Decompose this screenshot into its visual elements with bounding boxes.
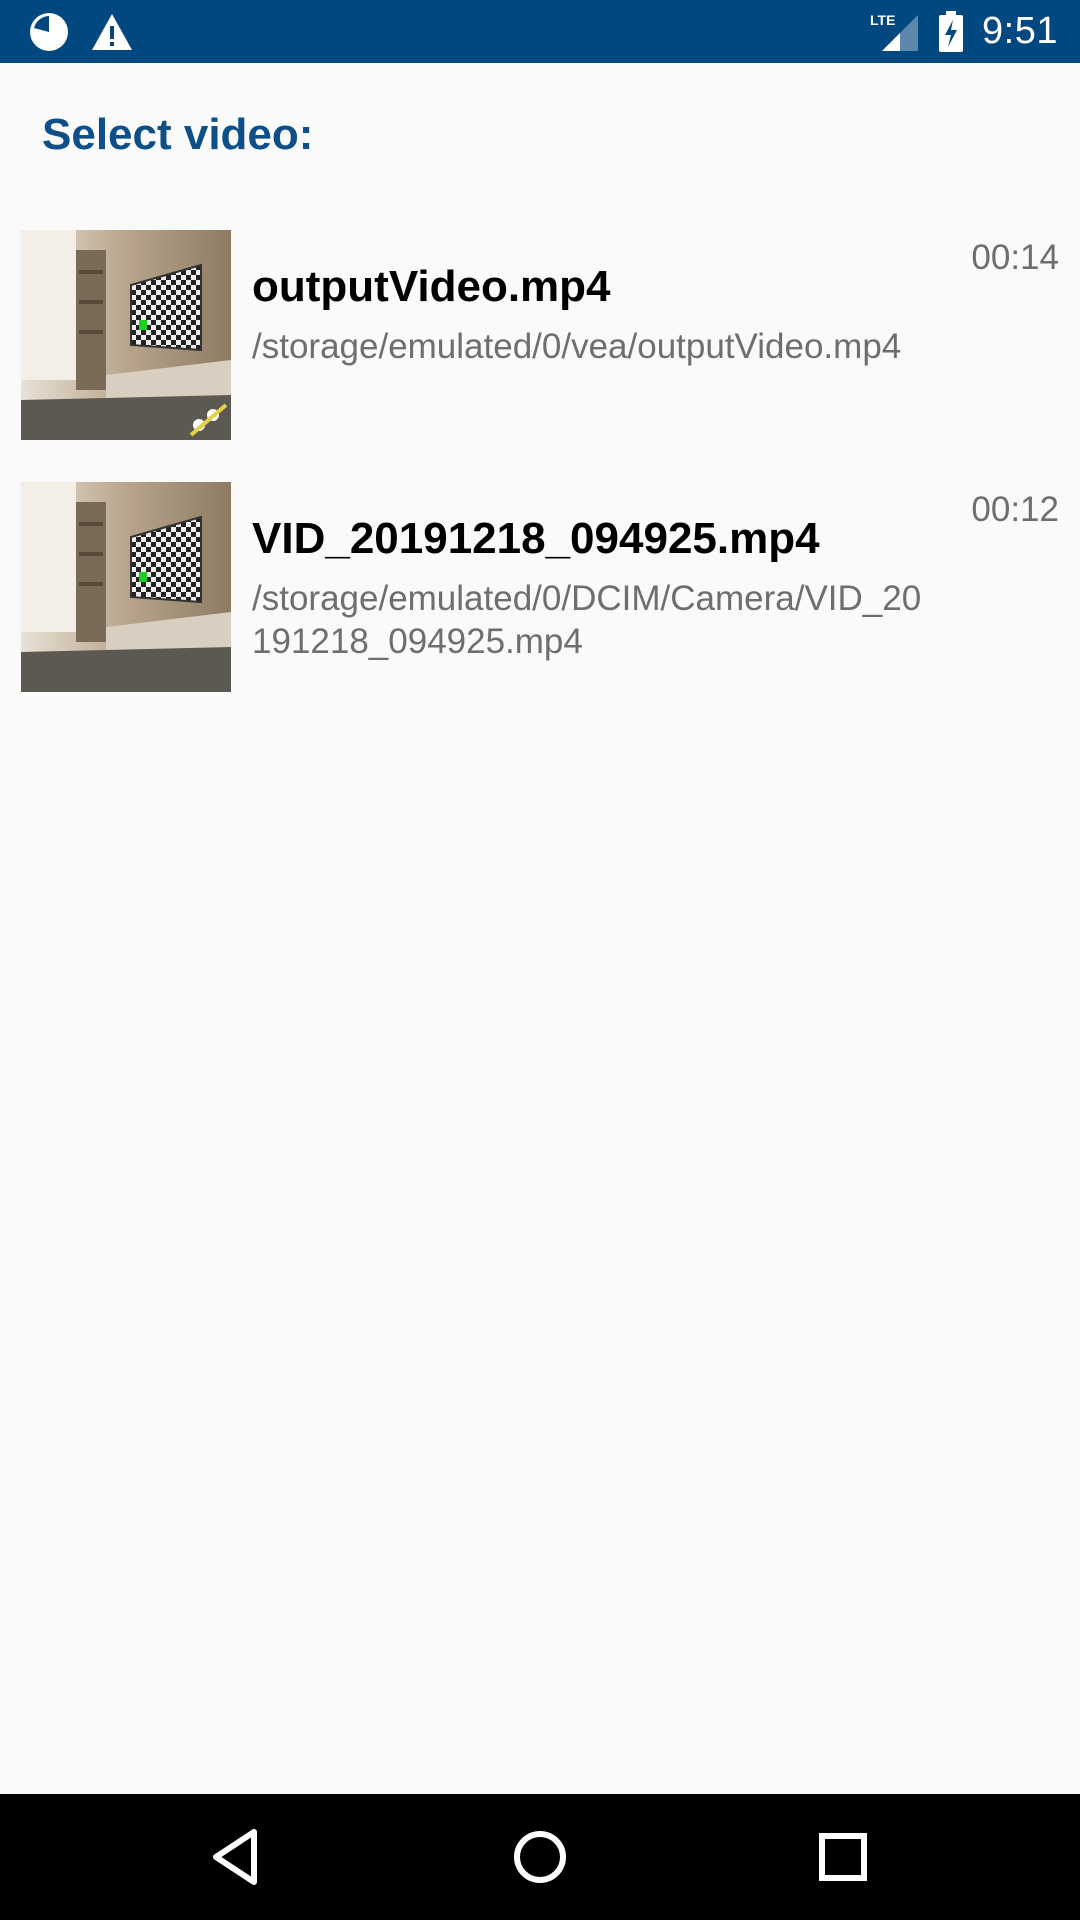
video-item[interactable]: outputVideo.mp4 /storage/emulated/0/vea/… [0,230,1080,440]
status-right: LTE 9:51 [870,0,1058,63]
status-time: 9:51 [982,10,1058,52]
status-bar: LTE 9:51 [0,0,1080,63]
network-label: LTE [870,12,895,28]
video-name: outputVideo.mp4 [252,262,611,311]
video-name: VID_20191218_094925.mp4 [252,514,820,563]
page-title: Select video: [42,110,314,159]
navigation-bar [0,1794,1080,1920]
back-icon[interactable] [202,1824,268,1890]
lte-signal-icon: LTE [870,12,919,51]
home-icon[interactable] [507,1824,573,1890]
video-path: /storage/emulated/0/vea/outputVideo.mp4 [252,327,902,366]
screen: LTE 9:51 Select video: outputVideo.mp4 /… [0,0,1080,1920]
recents-icon[interactable] [810,1824,876,1890]
app-status-icon [30,12,68,51]
video-thumbnail [21,482,231,692]
warning-icon [92,13,132,50]
video-list: outputVideo.mp4 /storage/emulated/0/vea/… [0,230,1080,734]
video-item[interactable]: VID_20191218_094925.mp4 /storage/emulate… [0,482,1080,692]
video-path: /storage/emulated/0/DCIM/Camera/VID_2019… [252,579,922,661]
video-thumbnail [21,230,231,440]
video-duration: 00:12 [971,490,1059,529]
video-duration: 00:14 [971,238,1059,277]
status-left [28,0,134,63]
battery-charging-icon [939,10,964,52]
